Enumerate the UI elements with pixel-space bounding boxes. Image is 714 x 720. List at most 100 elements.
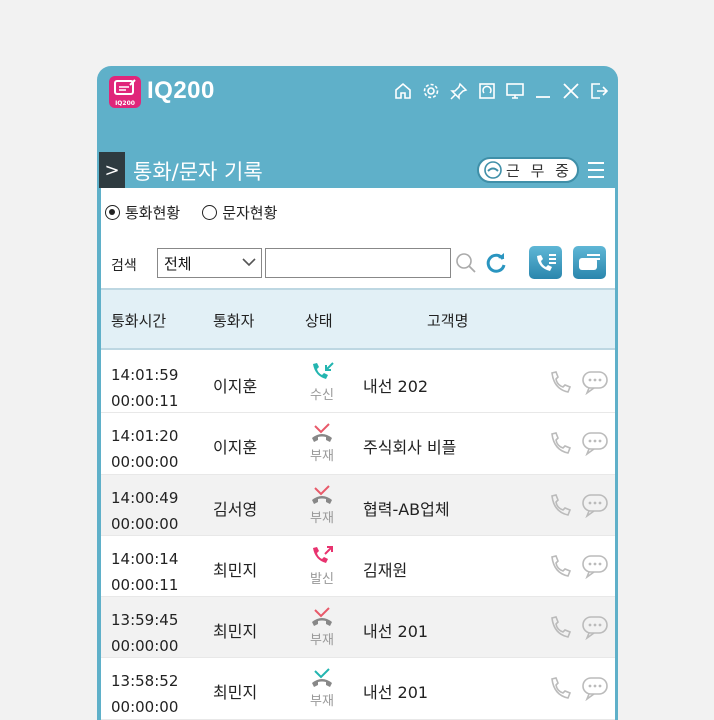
call-list: 14:01:59 00:00:11 이지훈 수신 내선 202 14:01:20 0… xyxy=(101,352,615,720)
caller-cell: 이지훈 xyxy=(213,438,258,458)
customer-cell: 김재원 xyxy=(363,560,408,580)
call-duration: 00:00:11 xyxy=(111,392,179,410)
customer-cell: 내선 201 xyxy=(363,683,429,703)
caller-cell: 김서영 xyxy=(213,499,258,519)
search-input[interactable] xyxy=(265,248,451,278)
search-label: 검색 xyxy=(111,258,137,274)
message-icon[interactable] xyxy=(581,675,609,702)
col-customer[interactable]: 고객명 xyxy=(427,310,468,331)
close-icon[interactable] xyxy=(560,80,582,102)
status-label: 부재 xyxy=(310,510,334,526)
call-duration: 00:00:00 xyxy=(111,453,179,472)
message-icon[interactable] xyxy=(581,553,609,579)
missed-call-icon xyxy=(312,423,332,443)
menu-icon[interactable] xyxy=(587,160,605,180)
section-header: > 통화/문자 기록 근 무 중 xyxy=(97,152,618,188)
message-log-button[interactable] xyxy=(573,246,606,279)
phone-icon[interactable] xyxy=(547,676,573,702)
message-icon[interactable] xyxy=(581,614,609,641)
search-icon[interactable] xyxy=(455,252,477,274)
status-label: 발신 xyxy=(310,571,334,587)
status-label: 부재 xyxy=(310,633,334,649)
message-icon[interactable] xyxy=(581,430,609,457)
incoming-call-icon xyxy=(313,362,334,379)
phone-icon[interactable] xyxy=(547,431,573,457)
caller-cell: 최민지 xyxy=(213,560,258,580)
col-caller[interactable]: 통화자 xyxy=(213,310,254,331)
app-title: IQ200 xyxy=(147,77,215,104)
radio-label: 통화현황 xyxy=(125,204,181,222)
logo-text: IQ200 xyxy=(115,100,135,107)
message-icon[interactable] xyxy=(581,369,609,395)
customer-cell: 협력-AB업체 xyxy=(363,499,450,519)
call-duration: 00:00:00 xyxy=(111,514,179,533)
status-cell: 부재 xyxy=(305,422,339,464)
call-time: 14:00:14 xyxy=(111,549,179,568)
call-log-icon xyxy=(537,254,556,271)
call-time: 13:59:45 xyxy=(111,611,179,630)
table-row[interactable]: 14:00:49 00:00:00 김서영 부재 협력-AB업체 xyxy=(101,474,615,536)
col-status[interactable]: 상태 xyxy=(305,310,333,331)
table-header: 통화시간 통화자 상태 고객명 xyxy=(101,288,615,350)
app-window: IQ200 IQ200 > 통화/문자 기록 근 무 중 통화현황 문자현황 검… xyxy=(97,66,618,720)
caller-cell: 최민지 xyxy=(213,622,258,642)
status-label: 수신 xyxy=(310,388,334,403)
work-status-toggle[interactable]: 근 무 중 xyxy=(477,157,579,183)
phone-icon[interactable] xyxy=(547,615,573,641)
status-cell: 부재 xyxy=(305,484,339,526)
call-time: 14:01:59 xyxy=(111,366,179,384)
call-time: 14:01:20 xyxy=(111,427,179,446)
app-logo-icon: IQ200 xyxy=(109,76,141,108)
call-time-cell: 14:01:59 00:00:11 xyxy=(111,362,178,414)
status-cell: 발신 xyxy=(305,545,339,587)
call-time: 14:00:49 xyxy=(111,488,179,507)
home-icon[interactable] xyxy=(392,80,414,102)
select-value: 전체 xyxy=(164,255,192,273)
refresh-icon[interactable] xyxy=(484,251,508,275)
missed-call-icon xyxy=(312,668,332,688)
col-call-time[interactable]: 통화시간 xyxy=(111,310,166,331)
customer-cell: 내선 202 xyxy=(363,377,429,396)
customer-cell: 주식회사 비플 xyxy=(363,438,457,458)
pin-icon[interactable] xyxy=(448,80,470,102)
monitor-icon[interactable] xyxy=(504,80,526,102)
table-row[interactable]: 13:58:52 00:00:00 최민지 부재 내선 201 xyxy=(101,658,615,720)
table-row[interactable]: 14:01:59 00:00:11 이지훈 수신 내선 202 xyxy=(101,352,615,414)
call-duration: 00:00:00 xyxy=(111,698,179,717)
expand-toggle[interactable]: > xyxy=(99,152,125,188)
work-status-label: 근 무 중 xyxy=(506,161,572,180)
content-panel: 통화현황 문자현황 검색 전체 통화시간 통화자 상태 고객명 14:01:59… xyxy=(101,188,615,720)
title-bar: IQ200 IQ200 xyxy=(97,66,618,121)
radio-dot[interactable] xyxy=(202,205,218,220)
message-log-icon xyxy=(579,254,600,270)
radio-call-status[interactable]: 통화현황 xyxy=(105,202,180,223)
status-cell: 부재 xyxy=(305,667,339,709)
table-row[interactable]: 13:59:45 00:00:00 최민지 부재 내선 201 xyxy=(101,597,615,659)
call-log-button[interactable] xyxy=(529,246,562,279)
table-row[interactable]: 14:01:20 00:00:00 이지훈 부재 주식회사 비플 xyxy=(101,413,615,475)
caller-cell: 최민지 xyxy=(213,683,258,703)
phone-icon[interactable] xyxy=(547,493,573,519)
radio-dot[interactable] xyxy=(105,205,120,220)
table-row[interactable]: 14:00:14 00:00:11 최민지 발신 김재원 xyxy=(101,536,615,598)
message-icon[interactable] xyxy=(581,492,609,518)
search-filter-select[interactable]: 전체 xyxy=(157,248,262,278)
gear-icon[interactable] xyxy=(420,80,442,102)
call-time-cell: 13:58:52 00:00:00 xyxy=(111,668,178,720)
radio-message-status[interactable]: 문자현황 xyxy=(202,202,277,223)
customer-cell: 내선 201 xyxy=(363,622,429,642)
call-time-cell: 14:01:20 00:00:00 xyxy=(111,423,178,475)
missed-call-icon xyxy=(312,607,332,627)
call-duration: 00:00:11 xyxy=(111,575,179,594)
status-label: 부재 xyxy=(310,449,334,465)
chevron-down-icon xyxy=(242,258,256,267)
phone-icon[interactable] xyxy=(547,370,573,396)
phone-icon[interactable] xyxy=(547,554,573,580)
minimize-icon[interactable] xyxy=(532,80,554,102)
section-title: 통화/문자 기록 xyxy=(133,160,263,184)
sync-window-icon[interactable] xyxy=(476,80,498,102)
logout-icon[interactable] xyxy=(588,80,610,102)
phone-status-icon xyxy=(484,161,502,179)
call-time-cell: 14:00:14 00:00:11 xyxy=(111,546,178,598)
radio-label: 문자현황 xyxy=(222,204,278,222)
